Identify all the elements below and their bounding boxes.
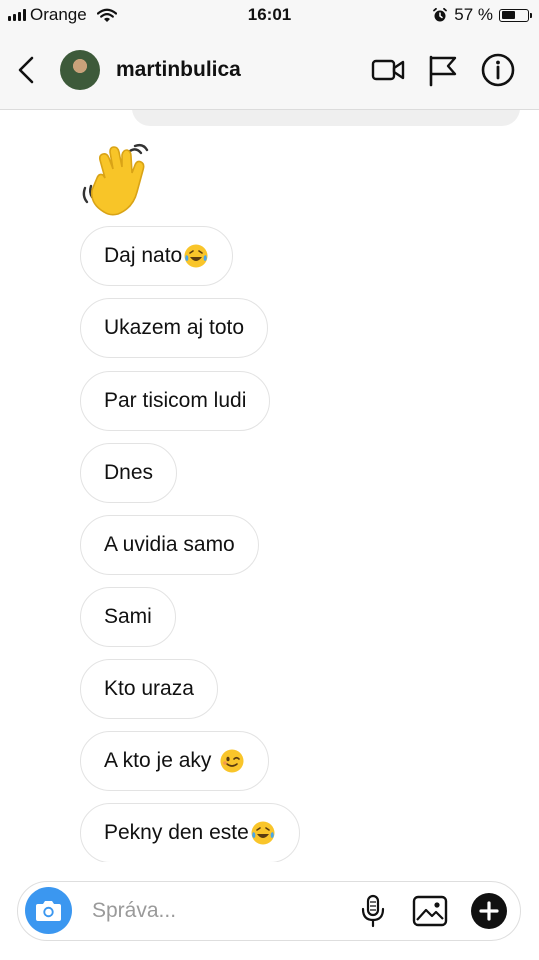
back-chevron-icon[interactable] — [14, 54, 38, 86]
message-thread[interactable]: Daj nato Ukazem aj toto Par tisicom ludi… — [0, 110, 539, 862]
message-bubble[interactable]: A kto je aky — [80, 731, 270, 791]
status-bar: Orange 16:01 57 % — [0, 0, 539, 30]
message-text: Sami — [104, 605, 152, 628]
status-right: 57 % — [432, 5, 532, 25]
message-input[interactable] — [92, 896, 352, 926]
video-call-icon[interactable] — [370, 52, 406, 88]
username[interactable]: martinbulica — [116, 58, 241, 82]
conversation-header: martinbulica — [0, 30, 539, 110]
battery-level — [501, 11, 516, 19]
message-text: Dnes — [104, 461, 154, 484]
battery-percent: 57 % — [454, 5, 493, 24]
message-bubble[interactable]: A uvidia samo — [80, 515, 259, 575]
laughing-tears-emoji — [184, 244, 208, 268]
message-text: A kto je aky — [104, 749, 212, 772]
message-text: Ukazem aj toto — [104, 316, 245, 339]
message-text: Daj nato — [104, 244, 183, 267]
gallery-icon[interactable] — [412, 894, 448, 928]
alarm-icon — [433, 7, 448, 22]
message-text: Kto uraza — [104, 677, 194, 700]
message-composer — [17, 881, 521, 941]
message-bubble[interactable]: Pekny den este — [80, 803, 300, 862]
message-bubble[interactable]: Par tisicom ludi — [80, 371, 271, 431]
message-bubble[interactable]: Sami — [80, 587, 176, 647]
battery-icon — [499, 8, 532, 22]
microphone-icon[interactable] — [358, 894, 388, 928]
plus-button[interactable] — [471, 893, 507, 929]
laughing-tears-emoji — [251, 821, 275, 845]
message-text: A uvidia samo — [104, 533, 235, 556]
message-text: Par tisicom ludi — [104, 389, 247, 412]
message-text: Pekny den este — [104, 821, 249, 844]
camera-icon — [36, 901, 61, 921]
flag-icon[interactable] — [424, 52, 460, 88]
info-icon[interactable] — [480, 52, 516, 88]
message-bubble[interactable]: Dnes — [80, 443, 178, 503]
waving-hand-icon — [82, 143, 149, 216]
winking-face-emoji — [220, 749, 244, 773]
message-bubble[interactable]: Kto uraza — [80, 659, 218, 719]
message-bubble[interactable]: Ukazem aj toto — [80, 298, 269, 358]
message-bubble[interactable]: Daj nato — [80, 226, 234, 286]
plus-icon — [479, 901, 499, 921]
previous-message-bubble — [132, 110, 520, 126]
avatar[interactable] — [60, 50, 100, 90]
camera-button[interactable] — [25, 887, 72, 934]
